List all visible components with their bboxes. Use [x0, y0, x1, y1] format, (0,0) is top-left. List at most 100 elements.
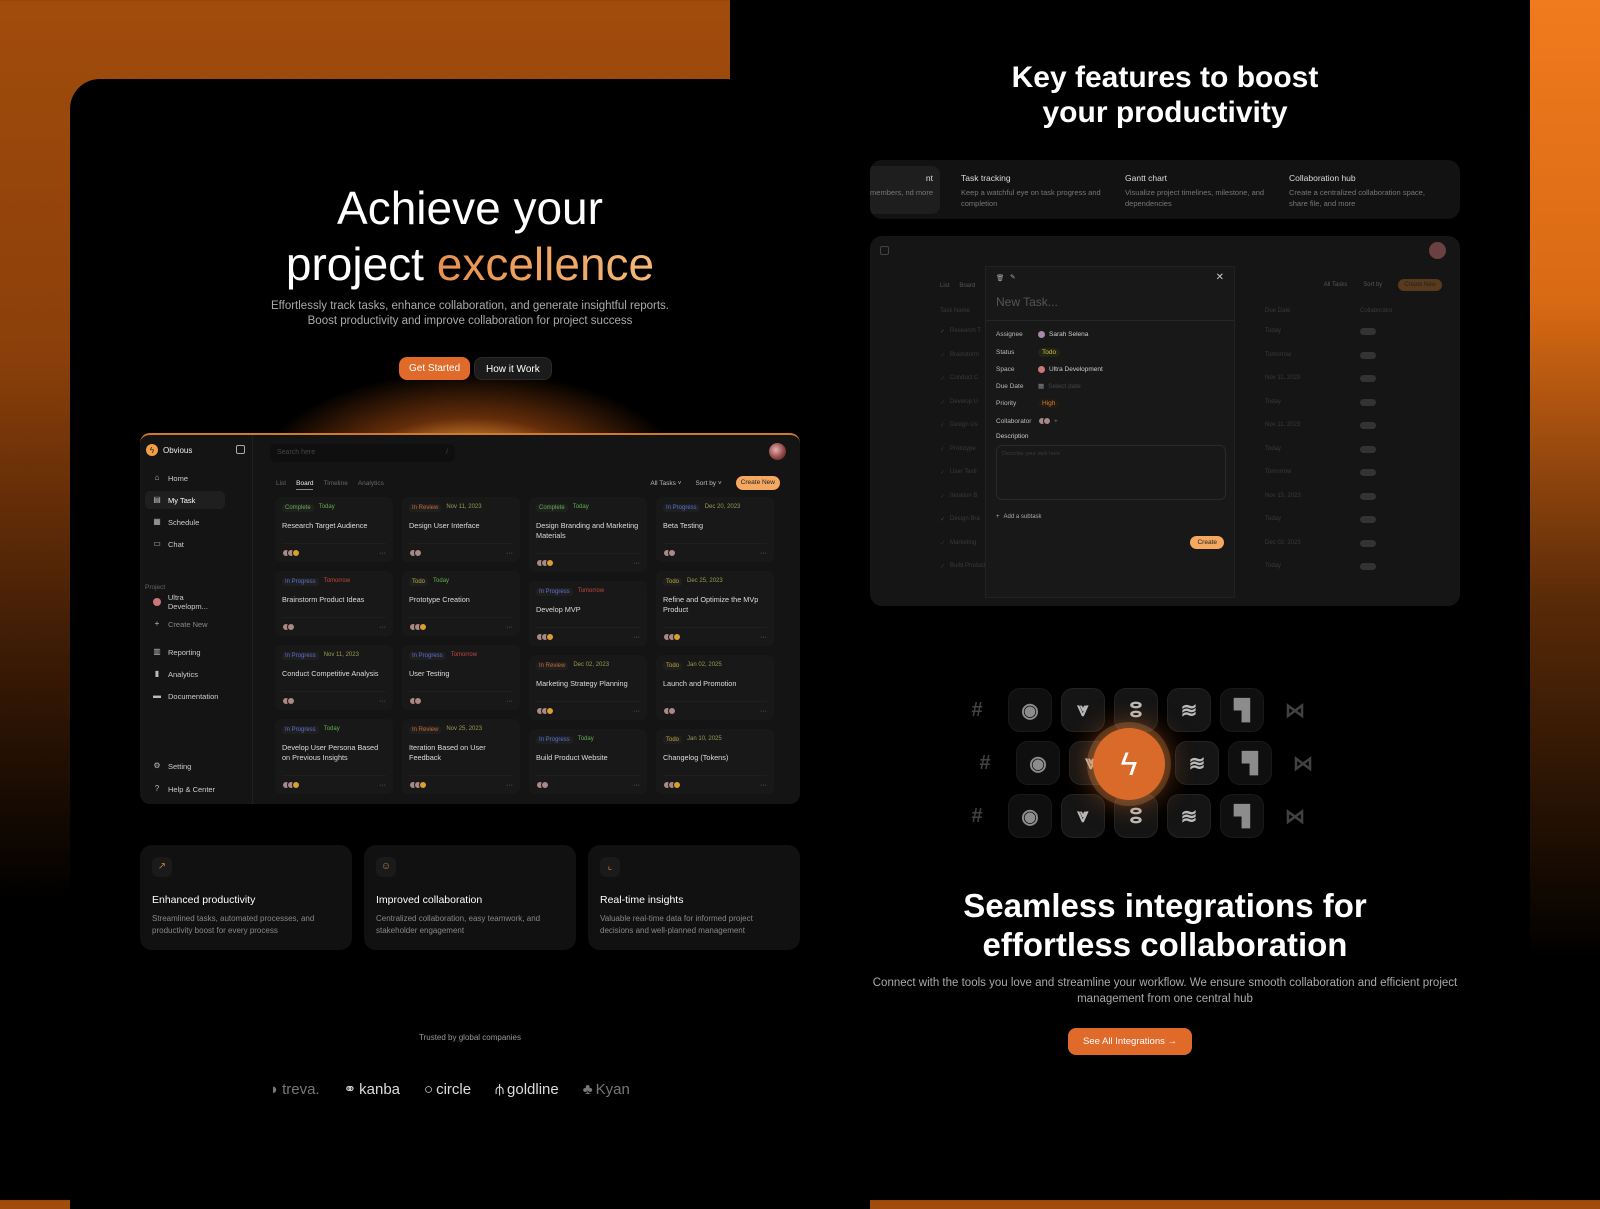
task-card[interactable]: In Review Nov 25, 2023 Iteration Based on … [402, 719, 520, 794]
priority-badge[interactable]: High [1038, 399, 1060, 408]
avatar [546, 559, 554, 567]
task-title: Develop MVP [536, 605, 581, 614]
status-badge: Todo [409, 578, 429, 586]
sidebar-toggle-icon[interactable] [236, 445, 245, 454]
all-tasks-dropdown[interactable]: All Tasks ˅ [650, 480, 681, 487]
assignee-value[interactable]: Sarah Selena [1049, 331, 1088, 338]
more-options-icon[interactable]: ··· [506, 550, 513, 557]
task-title: User Testing [409, 669, 450, 678]
sidebar-item-documentation[interactable]: ▬ Documentation [145, 687, 225, 705]
gitlab-icon: ⩔ [1061, 688, 1105, 732]
more-options-icon[interactable]: ··· [379, 624, 386, 631]
more-options-icon[interactable]: ··· [506, 698, 513, 705]
search-input[interactable]: Search here / [270, 444, 455, 462]
feature-title: Real-time insights [600, 894, 684, 906]
collaborator-avatars [1360, 398, 1376, 406]
task-card[interactable]: In Review Nov 11, 2023 Design User Interfa… [402, 497, 520, 562]
more-options-icon[interactable]: ··· [633, 560, 640, 567]
feature-description: Centralized collaboration, easy teamwork… [376, 914, 541, 935]
create-button[interactable]: Create [1190, 536, 1224, 549]
task-title-input[interactable]: New Task... [996, 295, 1058, 309]
feature-description: Valuable real-time data for informed pro… [600, 914, 753, 935]
task-card[interactable]: In Progress Today Develop User Persona Bas… [275, 719, 393, 794]
more-options-icon[interactable]: ··· [506, 782, 513, 789]
report-icon: ▥ [153, 647, 161, 656]
sidebar-item-reporting[interactable]: ▥ Reporting [145, 643, 225, 661]
user-avatar[interactable] [769, 443, 786, 460]
assignee-label: Assignee [996, 331, 1023, 338]
sidebar-item-label: Documentation [168, 691, 219, 701]
sidebar-item-analytics[interactable]: ▮ Analytics [145, 665, 225, 683]
task-card[interactable]: Complete Today Design Branding and Marketi… [529, 497, 647, 572]
new-task-modal: 🗑 ✎ ✕ New Task... Assignee Sarah Selena S… [985, 266, 1235, 598]
more-options-icon[interactable]: ··· [760, 634, 767, 641]
feature-tab[interactable]: Task tracking Keep a watchful eye on task… [954, 166, 1109, 214]
sidebar-item-my-task[interactable]: ▤ My Task [145, 491, 225, 509]
task-footer: ··· [409, 691, 513, 705]
more-options-icon[interactable]: ··· [633, 782, 640, 789]
task-footer: ··· [536, 627, 640, 641]
see-all-integrations-button[interactable]: See All Integrations → [1068, 1028, 1192, 1055]
more-options-icon[interactable]: ··· [760, 550, 767, 557]
logo-text: treva. [282, 1080, 320, 1098]
task-title: Develop User Persona Based on Previous I… [282, 743, 379, 762]
tab-list[interactable]: List [276, 480, 286, 490]
more-options-icon[interactable]: ··· [506, 624, 513, 631]
tab-timeline[interactable]: Timeline [323, 480, 347, 490]
more-options-icon[interactable]: ··· [633, 634, 640, 641]
due-date: Nov 25, 2023 [446, 726, 483, 732]
feature-tab[interactable]: Collaboration hub Create a centralized co… [1282, 166, 1437, 214]
sidebar-item-setting[interactable]: ⚙ Setting [145, 757, 225, 775]
task-card[interactable]: Complete Today Research Target Audience ··· [275, 497, 393, 562]
integrations-title: Seamless integrations for effortless coll… [963, 887, 1367, 963]
task-card[interactable]: Todo Today Prototype Creation ··· [402, 571, 520, 636]
feature-tab[interactable]: Gantt chart Visualize project timelines, … [1118, 166, 1273, 214]
task-card[interactable]: Todo Jan 10, 2025 Changelog (Tokens) ··· [656, 729, 774, 794]
due-date: Nov 11, 2023 [446, 504, 482, 510]
get-started-button[interactable]: Get Started [399, 357, 471, 380]
tab-board[interactable]: Board [296, 480, 314, 490]
trash-icon[interactable]: 🗑 [996, 274, 1004, 282]
more-options-icon[interactable]: ··· [760, 782, 767, 789]
task-footer: ··· [536, 553, 640, 567]
collaborator-avatars [282, 623, 295, 631]
sidebar-item-home[interactable]: ⌂ Home [145, 469, 225, 487]
task-card[interactable]: In Progress Tomorrow User Testing ··· [402, 645, 520, 710]
sidebar: ϟ Obvious ⌂ Home ▤ My Task ▦ Schedule ▭ Chat Pro… [140, 435, 253, 804]
more-options-icon[interactable]: ··· [379, 698, 386, 705]
close-icon[interactable]: ✕ [1216, 272, 1224, 283]
feature-tab[interactable]: nt sks to team members, nd more [870, 166, 940, 214]
task-card[interactable]: In Review Dec 02, 2023 Marketing Strategy … [529, 655, 647, 720]
more-options-icon[interactable]: ··· [633, 708, 640, 715]
sidebar-item-schedule[interactable]: ▦ Schedule [145, 513, 225, 531]
add-subtask-button[interactable]: + Add a subtask [996, 514, 1042, 520]
more-options-icon[interactable]: ··· [379, 782, 386, 789]
task-card[interactable]: Todo Dec 25, 2023 Refine and Optimize the … [656, 571, 774, 646]
sidebar-item-project[interactable]: Ultra Developm... [145, 593, 225, 611]
sidebar-item-chat[interactable]: ▭ Chat [145, 535, 225, 553]
sidebar-item-create-new[interactable]: + Create New [145, 615, 225, 633]
sort-by-dropdown[interactable]: Sort by ˅ [695, 480, 721, 487]
how-it-work-button[interactable]: How it Work [474, 357, 552, 380]
task-card[interactable]: In Progress Nov 11, 2023 Conduct Competiti… [275, 645, 393, 710]
sidebar-item-help[interactable]: ? Help & Center [145, 780, 225, 798]
description-textarea[interactable]: Describe your task here [996, 445, 1226, 500]
add-collaborator-icon[interactable]: + [1054, 418, 1058, 425]
edit-icon[interactable]: ✎ [1010, 273, 1015, 281]
more-options-icon[interactable]: ··· [760, 708, 767, 715]
task-card[interactable]: In Progress Dec 20, 2023 Beta Testing ··· [656, 497, 774, 562]
status-badge: In Progress [282, 726, 319, 734]
task-card[interactable]: In Progress Today Build Product Website ··· [529, 729, 647, 794]
task-card[interactable]: In Progress Tomorrow Brainstorm Product Id… [275, 571, 393, 636]
tab-analytics[interactable]: Analytics [358, 480, 384, 490]
create-new-button[interactable]: Create New [735, 476, 780, 490]
space-value[interactable]: Ultra Development [1049, 366, 1103, 373]
status-badge[interactable]: Todo [1038, 348, 1061, 357]
task-card[interactable]: Todo Jan 02, 2025 Launch and Promotion ··· [656, 655, 774, 720]
more-options-icon[interactable]: ··· [379, 550, 386, 557]
due-date-input[interactable]: Select date [1048, 383, 1081, 390]
task-card[interactable]: In Progress Tomorrow Develop MVP ··· [529, 581, 647, 646]
avatar [292, 549, 300, 557]
avatar [287, 623, 295, 631]
feature-tab-title: Gantt chart [1125, 173, 1168, 183]
